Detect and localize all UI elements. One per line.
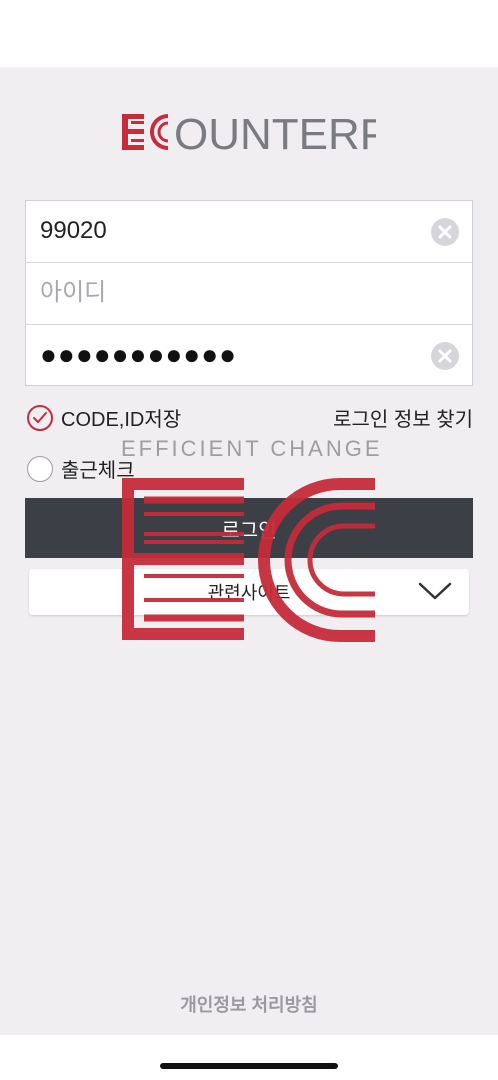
find-login-info-link[interactable]: 로그인 정보 찾기 — [333, 403, 473, 432]
checkmark-icon — [27, 404, 53, 431]
unchecked-circle-icon — [27, 455, 53, 482]
clear-icon[interactable] — [431, 342, 459, 370]
chevron-down-icon — [417, 579, 453, 608]
watermark-text: EFFICIENT CHANGE — [121, 436, 382, 461]
password-row — [26, 325, 472, 387]
ecount-erp-logo: OUNTERP — [122, 110, 389, 159]
bottom-safe-area — [0, 1035, 498, 1080]
efficient-change-watermark: EFFICIENT CHANGE — [120, 434, 382, 646]
privacy-policy-link[interactable]: 개인정보 처리방침 — [0, 991, 498, 1017]
home-indicator[interactable] — [160, 1063, 338, 1069]
id-row — [26, 263, 472, 325]
svg-text:OUNTERP: OUNTERP — [174, 112, 376, 154]
login-form — [25, 200, 473, 386]
company-code-input[interactable] — [40, 201, 420, 261]
attendance-check-checkbox[interactable]: 출근체크 — [27, 454, 135, 483]
clear-icon[interactable] — [431, 218, 459, 246]
save-code-id-label: CODE,ID저장 — [61, 409, 182, 431]
password-input[interactable] — [40, 325, 420, 385]
save-code-id-checkbox[interactable]: CODE,ID저장 — [27, 403, 181, 432]
company-code-row — [26, 201, 472, 263]
id-input[interactable] — [40, 263, 420, 323]
